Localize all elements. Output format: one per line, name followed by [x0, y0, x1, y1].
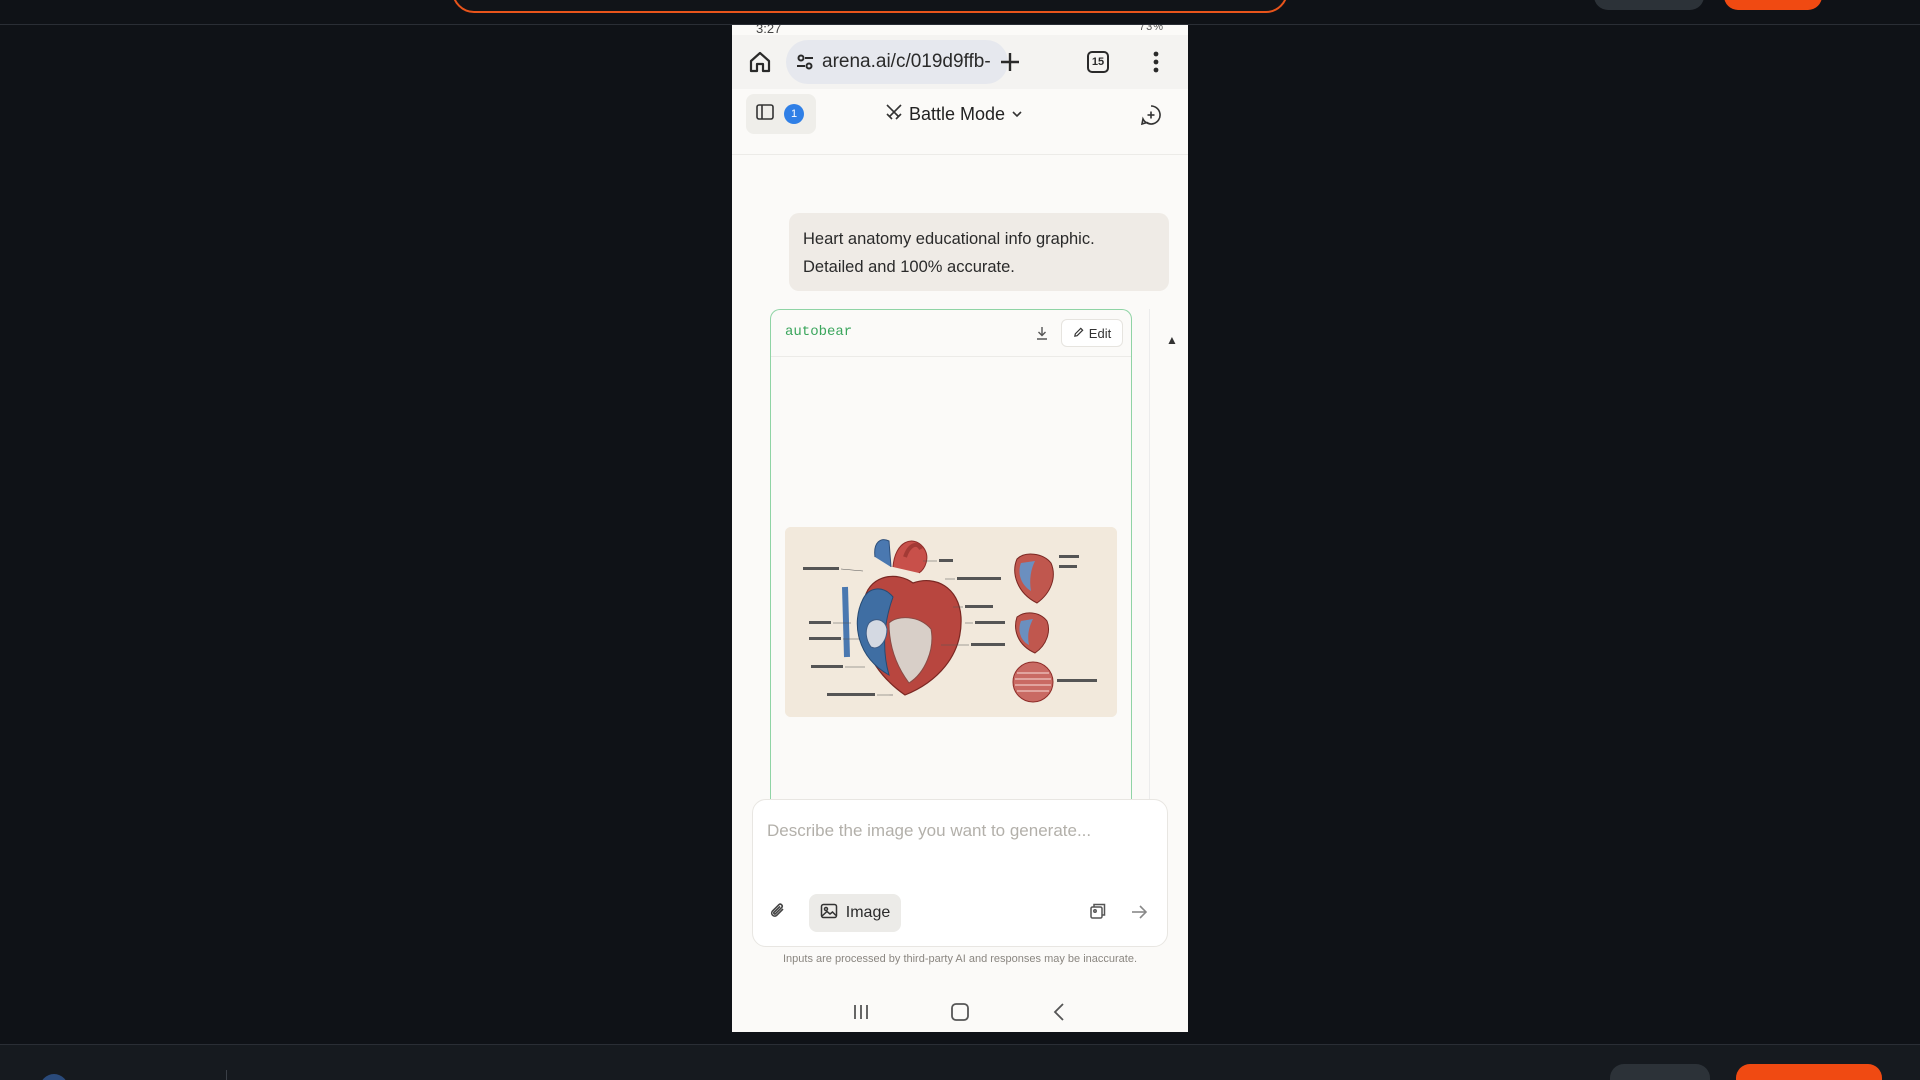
- notification-badge: 1: [784, 104, 804, 124]
- tabs-icon[interactable]: 15: [1084, 48, 1112, 76]
- mode-label: Battle Mode: [909, 104, 1006, 124]
- model-name: autobear: [785, 324, 853, 340]
- sidebar-icon: [756, 103, 774, 126]
- composer: Image: [752, 799, 1168, 947]
- response-card: autobear Edit: [770, 309, 1132, 809]
- stream-bottom-action-button[interactable]: [1736, 1064, 1882, 1080]
- divider: [226, 1070, 227, 1080]
- recent-apps-icon[interactable]: [846, 997, 876, 1027]
- user-message-text: Heart anatomy educational info graphic. …: [803, 230, 1095, 276]
- status-bar: 3:27 73%: [732, 25, 1188, 36]
- new-tab-icon[interactable]: [996, 48, 1024, 76]
- image-mode-button[interactable]: Image: [809, 894, 901, 932]
- edit-button[interactable]: Edit: [1061, 319, 1123, 347]
- stream-top-action-button[interactable]: [1724, 0, 1822, 10]
- phone-screen: 3:27 73% arena.ai/c/019d9ffb- 15 1 Battl…: [732, 25, 1188, 1032]
- response-card-header: autobear Edit: [771, 310, 1131, 357]
- image-mode-label: Image: [845, 904, 891, 921]
- address-bar[interactable]: arena.ai/c/019d9ffb-: [786, 40, 1008, 84]
- new-chat-icon[interactable]: [1140, 104, 1162, 131]
- site-settings-icon[interactable]: [796, 53, 814, 71]
- home-icon[interactable]: [746, 48, 774, 76]
- user-message: Heart anatomy educational info graphic. …: [789, 213, 1169, 291]
- browser-toolbar: arena.ai/c/019d9ffb- 15: [732, 35, 1188, 89]
- paperclip-icon[interactable]: [763, 896, 793, 926]
- image-icon: [820, 902, 838, 925]
- gallery-icon[interactable]: [1083, 896, 1113, 926]
- more-icon[interactable]: [1142, 48, 1170, 76]
- generated-image[interactable]: [785, 527, 1117, 717]
- android-nav-bar: [732, 991, 1188, 1032]
- home-button-icon[interactable]: [945, 997, 975, 1027]
- screen: 3:27 73% arena.ai/c/019d9ffb- 15 1 Battl…: [0, 0, 1920, 1080]
- prompt-input[interactable]: [767, 816, 1147, 846]
- stream-top-button[interactable]: [1594, 0, 1704, 10]
- second-response-card[interactable]: ▲: [1149, 309, 1188, 809]
- download-icon[interactable]: [1031, 322, 1053, 344]
- heart-anatomy-illustration: [785, 527, 1117, 717]
- sidebar-toggle-button[interactable]: 1: [746, 94, 816, 134]
- swords-icon: [885, 103, 903, 126]
- url-text: arena.ai/c/019d9ffb-: [822, 51, 991, 72]
- back-icon[interactable]: [1044, 997, 1074, 1027]
- tab-count: 15: [1087, 51, 1109, 73]
- battery-level: 73%: [1138, 25, 1164, 33]
- app-header: 1 Battle Mode: [732, 89, 1188, 155]
- edit-label: Edit: [1088, 325, 1112, 341]
- pencil-icon: [1073, 326, 1084, 341]
- stream-bottom-button[interactable]: [1610, 1064, 1710, 1080]
- send-icon[interactable]: [1121, 894, 1157, 930]
- second-card-edge: ▲: [1166, 333, 1178, 347]
- stream-top-pill: [452, 0, 1288, 13]
- mode-selector[interactable]: Battle Mode: [885, 103, 1023, 126]
- chevron-down-icon: [1011, 104, 1023, 125]
- disclaimer-text: Inputs are processed by third-party AI a…: [782, 953, 1138, 965]
